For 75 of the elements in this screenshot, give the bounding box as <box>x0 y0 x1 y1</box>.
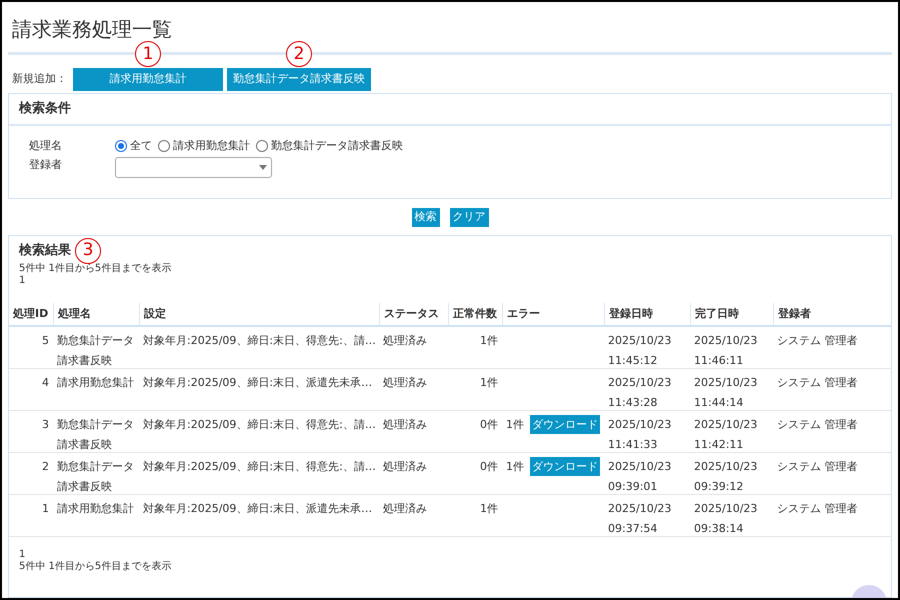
field-label: 登録者 <box>29 156 63 172</box>
column-header: 処理名 <box>58 306 91 322</box>
new-add-button[interactable]: 勤怠集計データ請求書反映 <box>227 68 371 91</box>
table-cell: 勤怠集計データ請求書反映 <box>57 418 134 451</box>
table-cell: 2025/10/23 11:46:11 <box>694 334 758 367</box>
radio-option[interactable]: 勤怠集計データ請求書反映 <box>256 138 403 154</box>
table-cell: 2025/10/23 11:43:28 <box>608 376 672 409</box>
table-cell: 対象年月:2025/09、締日:末日、得意先:、請… <box>143 460 376 473</box>
table-cell: システム 管理者 <box>777 376 858 389</box>
result-summary: 5件中 1件目から5件目までを表示 <box>19 561 172 573</box>
table-cell: 2 <box>42 460 49 473</box>
table-cell: 2025/10/23 11:42:11 <box>694 418 758 451</box>
column-header: ステータス <box>384 306 439 322</box>
table-cell: 1件 <box>480 502 498 515</box>
table-cell: 対象年月:2025/09、締日:末日、得意先:、請… <box>143 418 376 431</box>
table-cell: 勤怠集計データ請求書反映 <box>57 460 134 493</box>
panel-title: 検索条件 <box>9 94 891 126</box>
search-action-button[interactable]: クリア <box>450 208 488 226</box>
table-cell: 勤怠集計データ請求書反映 <box>57 334 134 367</box>
table-cell: 2025/10/23 09:37:54 <box>608 502 672 535</box>
table-cell: システム 管理者 <box>777 502 858 515</box>
table-cell: 5 <box>42 334 49 347</box>
table-cell: 対象年月:2025/09、締日:末日、派遣先未承… <box>143 502 372 515</box>
table-cell: 対象年月:2025/09、締日:末日、派遣先未承… <box>143 376 372 389</box>
table-cell: システム 管理者 <box>777 334 858 347</box>
column-header: 処理ID <box>13 306 48 322</box>
table-cell-text: 1件 <box>506 417 524 433</box>
table-cell-text: 1件 <box>506 459 524 475</box>
table-cell: 4 <box>42 376 49 389</box>
field-label: 処理名 <box>29 138 63 154</box>
radio-option[interactable]: 全て <box>115 138 152 154</box>
table-cell: 処理済み <box>383 460 427 473</box>
callout-number: 1 <box>135 41 161 67</box>
column-header: エラー <box>507 306 540 322</box>
callout-number: 2 <box>286 41 312 67</box>
result-summary: 5件中 1件目から5件目までを表示 <box>19 263 172 275</box>
table-cell: 請求用勤怠集計 <box>57 376 134 389</box>
page-number[interactable]: 1 <box>19 275 881 287</box>
table-cell: 1件 <box>480 334 498 347</box>
download-button[interactable]: ダウンロード <box>530 457 600 476</box>
registrant-select[interactable] <box>115 156 272 178</box>
table-cell: 2025/10/23 09:39:01 <box>608 460 672 493</box>
table-cell: 0件 <box>480 460 498 473</box>
column-header: 正常件数 <box>453 306 497 322</box>
download-button[interactable]: ダウンロード <box>530 415 600 434</box>
table-cell: 2025/10/23 09:38:14 <box>694 502 758 535</box>
table-cell: 2025/10/23 09:39:12 <box>694 460 758 493</box>
table-cell: システム 管理者 <box>777 418 858 431</box>
search-action-button[interactable]: 検索 <box>412 208 440 226</box>
table-cell: 請求用勤怠集計 <box>57 502 134 515</box>
column-header: 登録日時 <box>609 306 653 322</box>
column-header: 完了日時 <box>695 306 739 322</box>
radio-option[interactable]: 請求用勤怠集計 <box>158 138 250 154</box>
table-cell: 2025/10/23 11:44:14 <box>694 376 758 409</box>
callout-number: 3 <box>75 238 101 264</box>
column-header: 設定 <box>144 306 166 322</box>
page-title: 請求業務処理一覧 <box>11 16 173 43</box>
new-add-button[interactable]: 請求用勤怠集計 <box>73 68 223 91</box>
table-cell: 処理済み <box>383 418 427 431</box>
table-cell: システム 管理者 <box>777 460 858 473</box>
table-cell: 0件 <box>480 418 498 431</box>
dropdown-caret-icon <box>259 164 267 170</box>
table-cell: 1 <box>42 502 49 515</box>
table-cell: 1件 <box>480 376 498 389</box>
table-cell: 3 <box>42 418 49 431</box>
table-cell: 処理済み <box>383 334 427 347</box>
table-cell: 処理済み <box>383 502 427 515</box>
table-cell: 対象年月:2025/09、締日:末日、得意先:、請… <box>143 334 376 347</box>
panel-title: 検索結果 <box>19 242 71 260</box>
new-add-label: 新規追加： <box>12 70 67 86</box>
page-number[interactable]: 1 <box>19 549 881 561</box>
table-cell: 2025/10/23 11:41:33 <box>608 418 672 451</box>
column-header: 登録者 <box>778 306 811 322</box>
table-cell: 処理済み <box>383 376 427 389</box>
table-cell: 2025/10/23 11:45:12 <box>608 334 672 367</box>
